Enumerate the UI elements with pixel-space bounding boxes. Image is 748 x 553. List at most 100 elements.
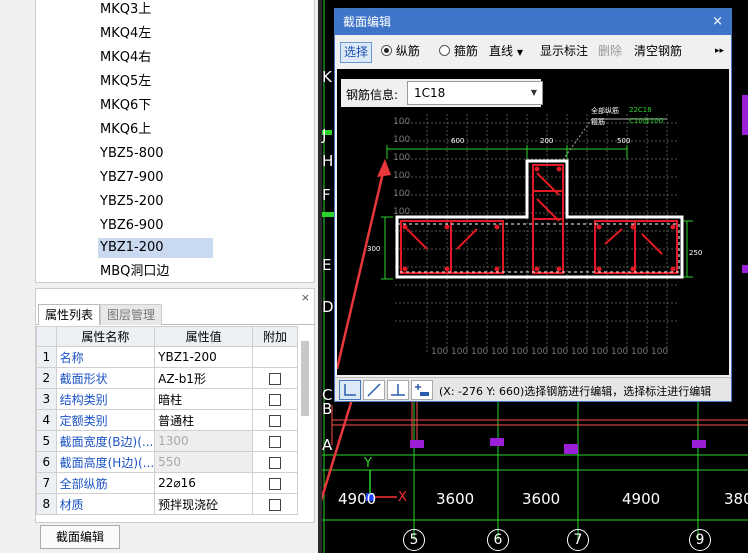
dim-text: 4900	[338, 490, 377, 508]
tab-property-list[interactable]: 属性列表	[38, 304, 101, 325]
section-edit-dialog: 截面编辑 × 选择 纵筋 箍筋 直线 ▼ 显示标注 删除 清空钢筋 ▸▸ 全部纵…	[334, 8, 732, 402]
dim-left: 300	[367, 245, 381, 253]
grid-label: 100	[471, 347, 489, 357]
legend-stirrup: 箍筋	[591, 118, 605, 126]
prop-value[interactable]: YBZ1-200	[154, 346, 254, 368]
clear-rebar-button[interactable]: 清空钢筋	[634, 42, 682, 63]
select-button[interactable]: 选择	[340, 42, 372, 63]
row-num: 7	[36, 472, 57, 494]
extra-checkbox[interactable]	[269, 393, 281, 406]
prop-name: 名称	[55, 346, 156, 368]
axis-letter: K	[322, 68, 332, 86]
prop-value[interactable]: 预拌现浇砼	[154, 493, 254, 515]
ortho-icon	[344, 384, 356, 396]
show-dim-button[interactable]: 显示标注	[540, 42, 588, 63]
longitudinal-label: 纵筋	[395, 44, 420, 58]
tree-item[interactable]: YBZ5-200	[98, 192, 166, 212]
tree-item-selected[interactable]: YBZ1-200	[98, 238, 213, 258]
more-icon[interactable]: ▸▸	[715, 42, 724, 63]
extra-checkbox[interactable]	[269, 435, 281, 448]
grid-label: 100	[393, 171, 411, 181]
table-row: 2 截面形状 AZ-b1形	[36, 367, 298, 389]
prop-extra	[252, 493, 298, 515]
prop-value[interactable]: AZ-b1形	[154, 367, 254, 389]
table-row: 1 名称 YBZ1-200	[36, 346, 298, 368]
status-text: (X: -276 Y: 660)选择钢筋进行编辑，选择标注进行编辑	[439, 385, 712, 398]
axis-letter: A	[322, 436, 333, 454]
prop-extra	[252, 472, 298, 494]
property-panel: × 属性列表 图层管理 属性名称 属性值 附加 1 名称 YBZ1-200 2 …	[35, 288, 315, 523]
axis-letter: E	[322, 256, 332, 274]
line-dropdown[interactable]: 直线 ▼	[489, 42, 523, 63]
property-scrollbar[interactable]	[301, 341, 309, 416]
delete-button[interactable]: 删除	[598, 42, 622, 63]
section-edit-button[interactable]: 截面编辑	[40, 525, 120, 549]
extra-checkbox[interactable]	[269, 372, 281, 385]
grid-label: 100	[651, 347, 669, 357]
line-label: 直线	[489, 44, 514, 58]
row-num: 5	[36, 430, 57, 452]
property-table: 属性名称 属性值 附加 1 名称 YBZ1-200 2 截面形状 AZ-b1形 …	[36, 326, 298, 515]
tree-item[interactable]: MKQ6上	[98, 120, 153, 140]
snap-line-button[interactable]	[363, 380, 385, 400]
tree-item[interactable]: YBZ7-900	[98, 168, 166, 188]
dim-text: 4900	[622, 490, 661, 508]
section-canvas[interactable]: 全部纵筋 22C16 箍筋 C10@100 600 200 500 300 25…	[337, 69, 729, 375]
col-num	[36, 326, 57, 347]
tree-item[interactable]: MKQ5左	[98, 72, 153, 92]
prop-extra	[252, 451, 298, 473]
axis-letter: H	[322, 152, 334, 170]
snap-add-button[interactable]	[411, 380, 433, 400]
longitudinal-radio[interactable]: 纵筋	[381, 42, 420, 63]
extra-checkbox[interactable]	[269, 498, 281, 511]
prop-extra	[252, 430, 298, 452]
prop-name: 结构类别	[55, 388, 156, 410]
axis-letter: D	[322, 298, 334, 316]
tree-item[interactable]: MKQ4左	[98, 24, 153, 44]
dim-text: 380	[724, 490, 748, 508]
tree-item[interactable]: MKQ3上	[98, 0, 153, 20]
chevron-down-icon: ▼	[516, 48, 523, 57]
tree-item[interactable]: YBZ6-900	[98, 216, 166, 236]
tree-item[interactable]: YBZ5-800	[98, 144, 166, 164]
tree-item[interactable]: MKQ6下	[98, 96, 153, 116]
prop-value[interactable]: 1300	[154, 430, 254, 452]
grid-label: 100	[393, 207, 411, 217]
dialog-status-bar: (X: -276 Y: 660)选择钢筋进行编辑，选择标注进行编辑	[335, 377, 731, 401]
prop-name: 材质	[55, 493, 156, 515]
grid-label: 100	[551, 347, 569, 357]
legend-all-rebar: 全部纵筋	[591, 107, 619, 115]
property-tabs: 属性列表 图层管理	[36, 304, 314, 325]
tree-item[interactable]: MBQ洞口边	[98, 262, 171, 282]
panel-close-icon[interactable]: ×	[301, 291, 310, 304]
dim-text: 3600	[522, 490, 561, 508]
extra-checkbox[interactable]	[269, 414, 281, 427]
axis-letter: B	[322, 400, 333, 418]
prop-extra	[252, 409, 298, 431]
extra-checkbox[interactable]	[269, 477, 281, 490]
snap-perp-button[interactable]	[387, 380, 409, 400]
prop-extra	[252, 367, 298, 389]
grid-label: 100	[631, 347, 649, 357]
prop-value[interactable]: 暗柱	[154, 388, 254, 410]
prop-value[interactable]: 普通柱	[154, 409, 254, 431]
dim-top: 600	[451, 137, 465, 145]
rebar-info-select[interactable]: 1C18 ▼	[407, 81, 543, 105]
dialog-close-icon[interactable]: ×	[712, 9, 723, 35]
rebar-info-label: 钢筋信息:	[346, 88, 399, 102]
prop-value[interactable]: 22⌀16	[154, 472, 254, 494]
dialog-title-bar[interactable]: 截面编辑 ×	[335, 9, 731, 35]
rebar-info-value: 1C18	[414, 86, 446, 100]
row-num: 8	[36, 493, 57, 515]
tab-layer-manager[interactable]: 图层管理	[100, 304, 163, 325]
prop-value[interactable]: 550	[154, 451, 254, 473]
component-tree: MKQ3上 MKQ4左 MKQ4右 MKQ5左 MKQ6下 MKQ6上 YBZ5…	[35, 0, 345, 283]
stirrup-radio[interactable]: 箍筋	[439, 42, 478, 63]
extra-checkbox[interactable]	[269, 456, 281, 469]
col-extra: 附加	[252, 326, 298, 347]
grid-label: 100	[511, 347, 529, 357]
snap-ortho-button[interactable]	[339, 380, 361, 400]
row-num: 1	[36, 346, 57, 368]
grid-label: 100	[393, 135, 411, 145]
tree-item[interactable]: MKQ4右	[98, 48, 153, 68]
